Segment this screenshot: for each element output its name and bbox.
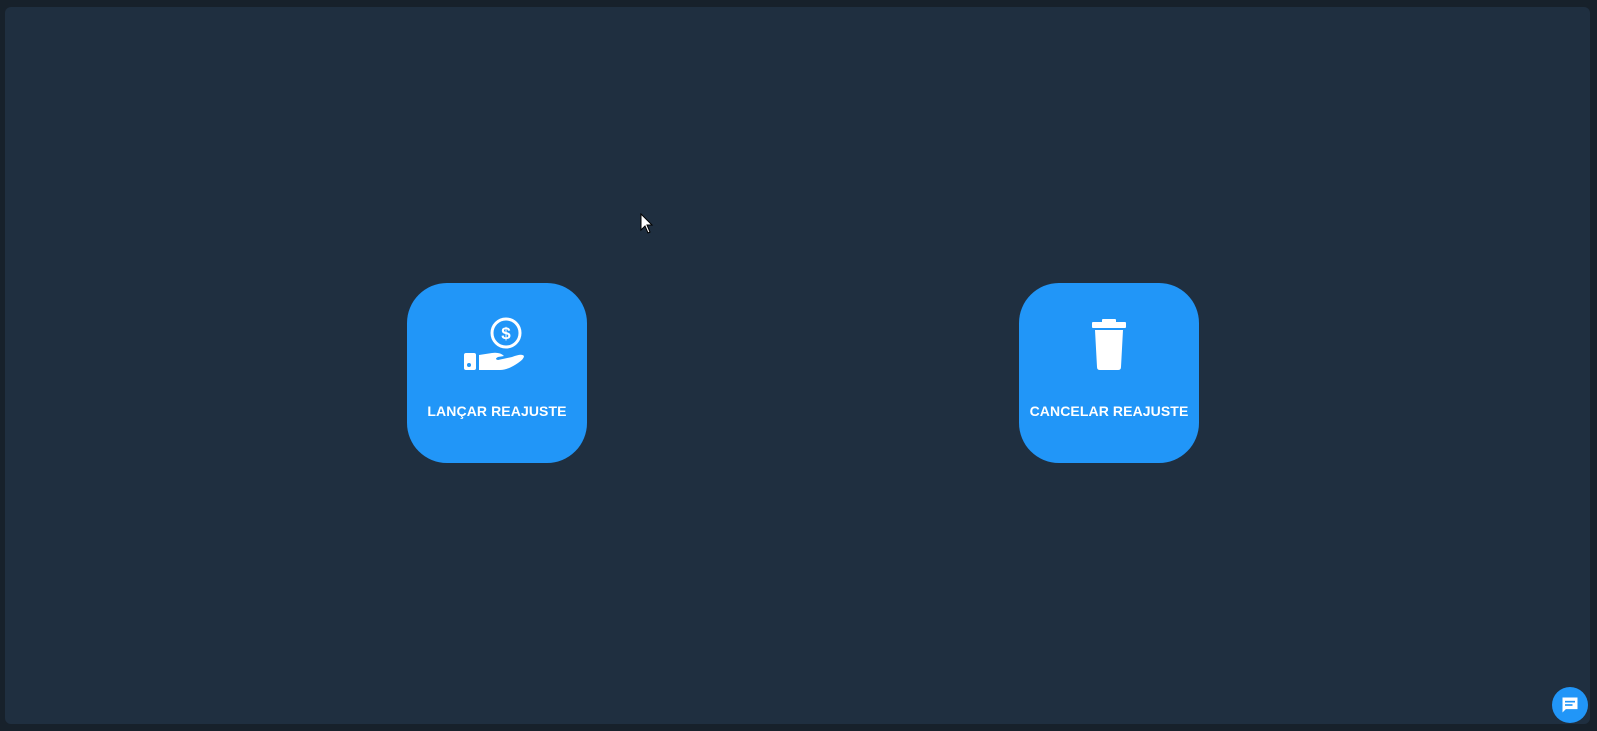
svg-text:$: $	[501, 324, 511, 343]
trash-icon	[1074, 317, 1144, 373]
hand-coin-icon: $	[462, 317, 532, 373]
cancel-adjustment-button[interactable]: CANCELAR REAJUSTE	[1019, 283, 1199, 463]
chat-button[interactable]	[1552, 687, 1588, 723]
mouse-pointer-icon	[640, 212, 654, 235]
launch-adjustment-label: LANÇAR REAJUSTE	[427, 403, 567, 419]
launch-adjustment-button[interactable]: $ LANÇAR REAJUSTE	[407, 283, 587, 463]
cancel-adjustment-label: CANCELAR REAJUSTE	[1029, 403, 1189, 419]
chat-icon	[1562, 697, 1578, 713]
main-panel: $ LANÇAR REAJUSTE CANCELAR REAJUSTE	[5, 7, 1590, 724]
